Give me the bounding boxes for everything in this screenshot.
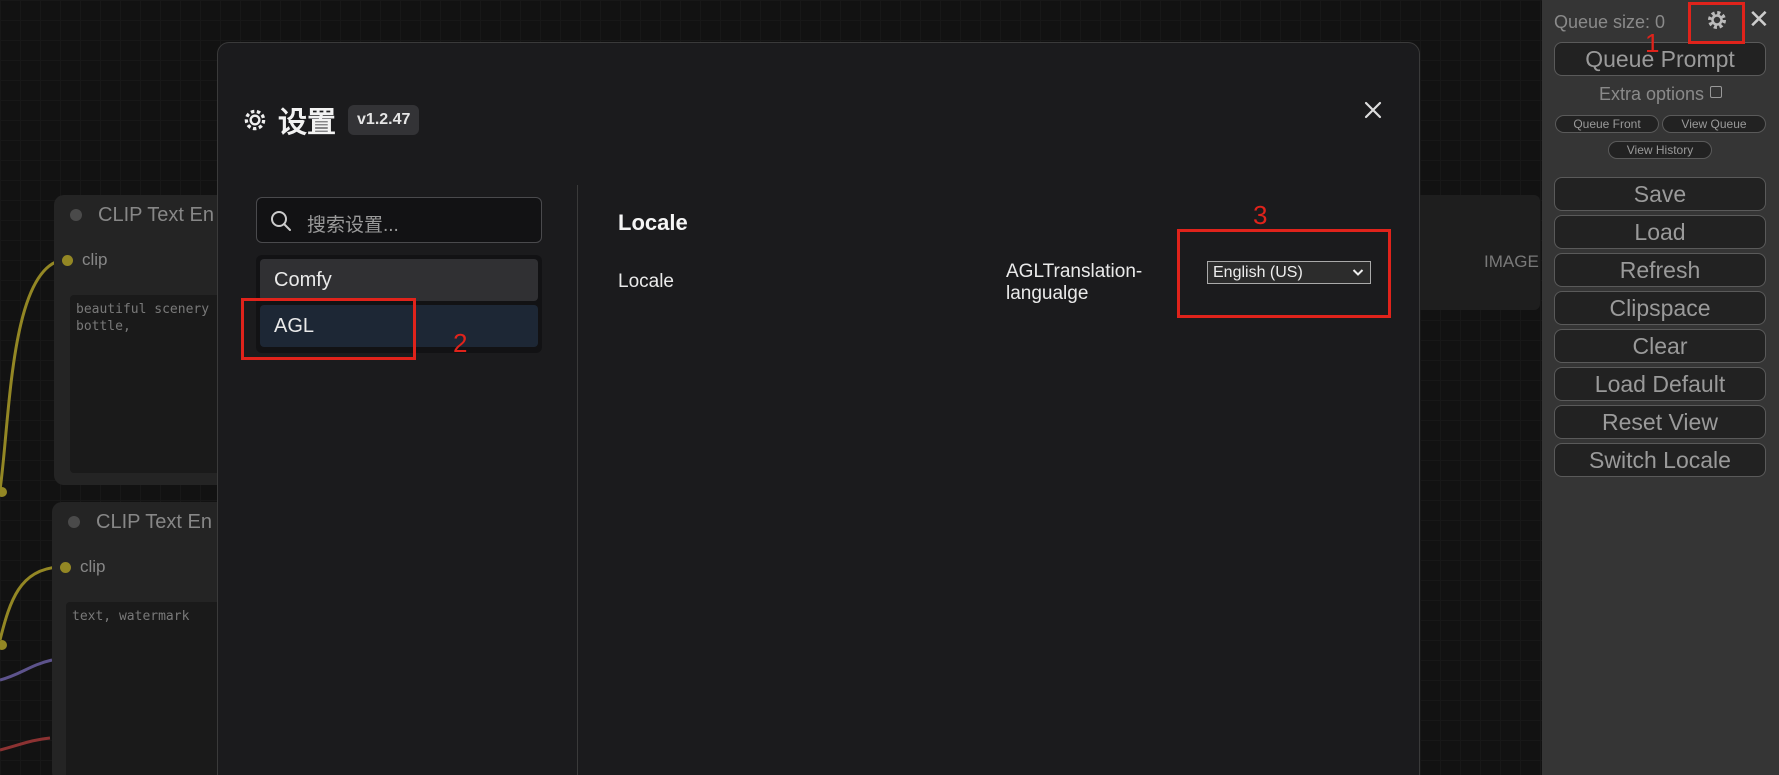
annotation-number-3: 3 [1253,200,1268,230]
gear-icon [244,109,266,131]
settings-search-input[interactable]: 搜索设置... [256,197,542,243]
annotation-number-1: 1 [1645,28,1660,58]
close-menu-button[interactable]: ✕ [1748,6,1770,32]
extra-options-checkbox[interactable] [1710,86,1723,98]
clear-button[interactable]: Clear [1554,329,1766,363]
view-queue-button[interactable]: View Queue [1662,115,1766,133]
load-default-button[interactable]: Load Default [1554,367,1766,401]
annotation-box-1 [1688,2,1745,44]
extra-options: Extra options [1542,84,1779,105]
load-button[interactable]: Load [1554,215,1766,249]
search-icon [271,211,291,231]
queue-prompt-button[interactable]: Queue Prompt [1554,42,1766,76]
panel-divider [577,185,578,775]
queue-front-button[interactable]: Queue Front [1555,115,1659,133]
reset-view-button[interactable]: Reset View [1554,405,1766,439]
setting-name: AGLTranslation-langualge [1006,261,1143,304]
switch-locale-button[interactable]: Switch Locale [1554,443,1766,477]
search-placeholder: 搜索设置... [307,215,399,236]
dialog-title: 设置 [278,107,337,139]
view-history-button[interactable]: View History [1608,141,1712,159]
category-comfy[interactable]: Comfy [260,259,538,301]
annotation-number-2: 2 [453,328,468,358]
save-button[interactable]: Save [1554,177,1766,211]
section-title: Locale [618,210,688,235]
extra-options-label: Extra options [1598,84,1705,104]
annotation-box-3 [1177,229,1391,318]
annotation-box-2 [241,298,416,360]
settings-dialog: 设置 v1.2.47 搜索设置... Comfy AGL Locale Loca… [217,42,1420,775]
setting-row-label: Locale [618,271,674,292]
side-menu: Queue size: 0 ✕ Queue Prompt Extra optio… [1542,0,1779,775]
refresh-button[interactable]: Refresh [1554,253,1766,287]
close-icon [1364,101,1382,119]
version-badge: v1.2.47 [348,105,420,135]
dialog-header: 设置 v1.2.47 [242,99,420,141]
clipspace-button[interactable]: Clipspace [1554,291,1766,325]
dialog-close-button[interactable] [1358,95,1388,125]
